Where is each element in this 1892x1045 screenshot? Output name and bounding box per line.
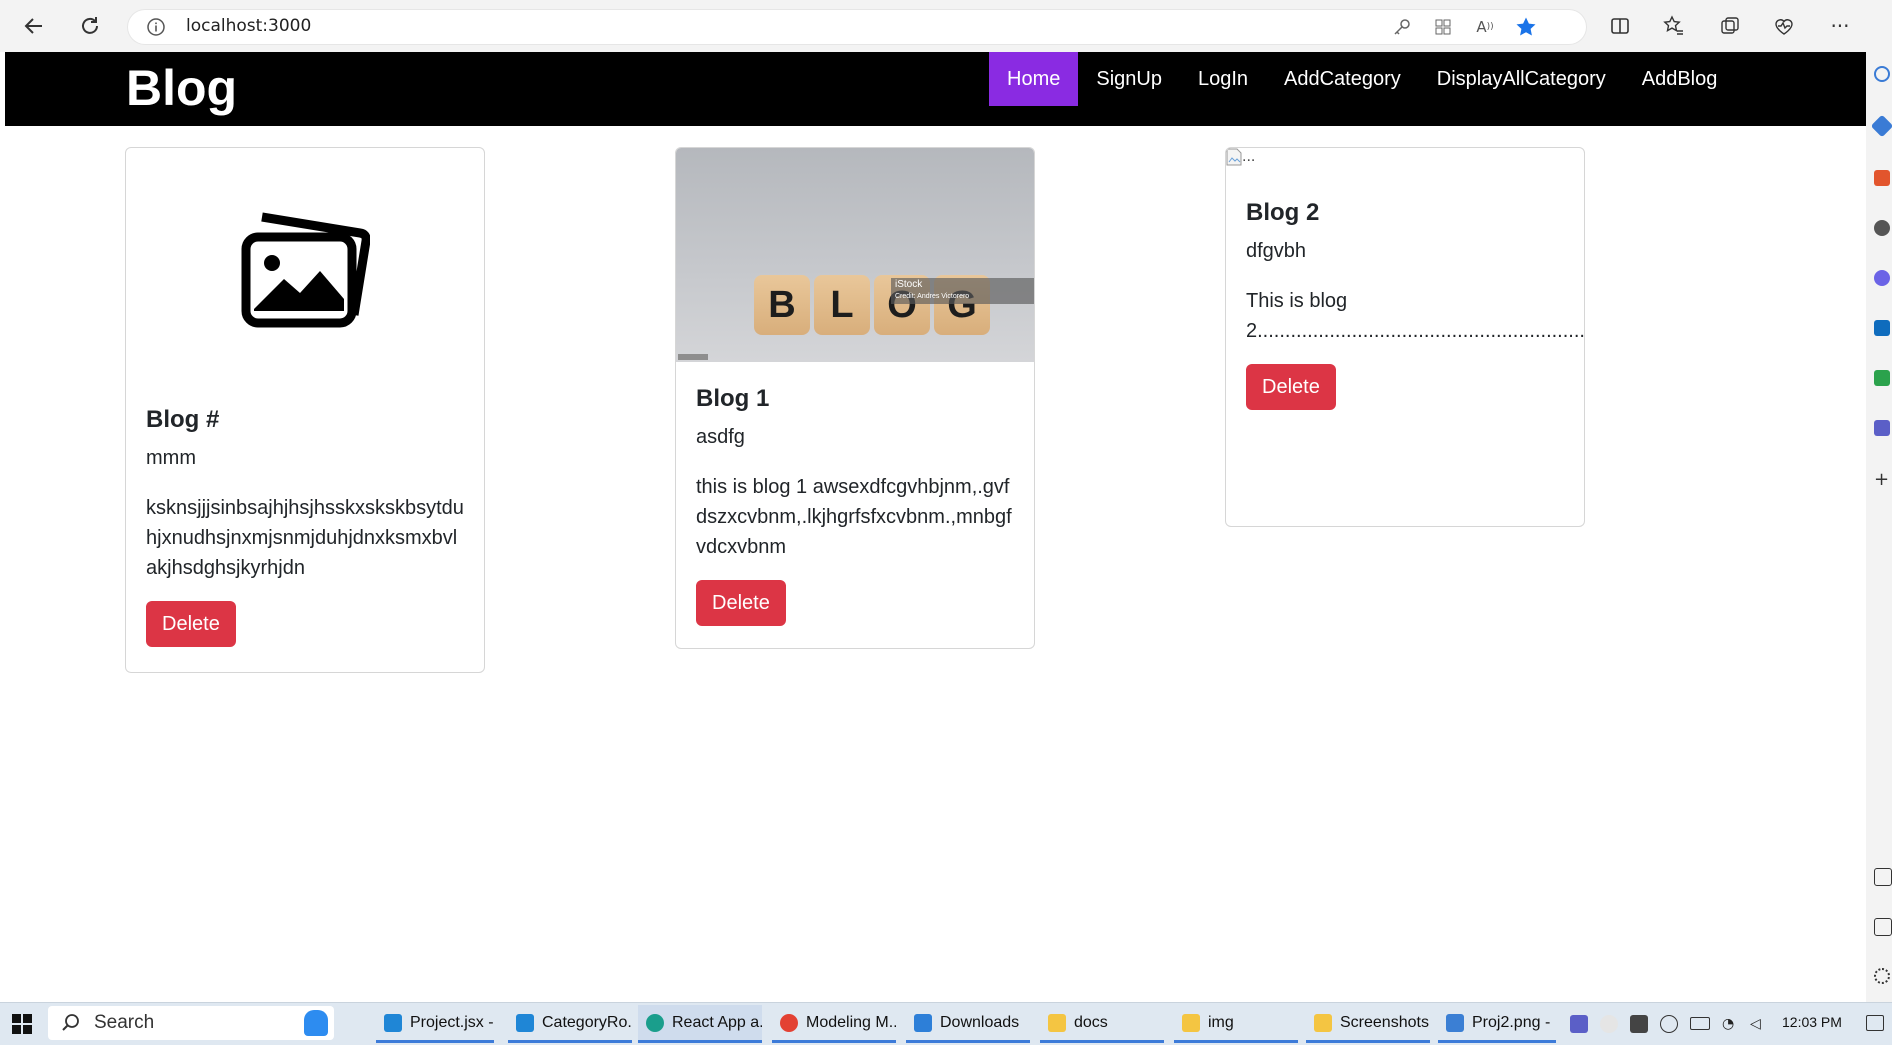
vscode-icon	[516, 1013, 534, 1032]
browser-toolbar: localhost:3000 A)) ···	[0, 0, 1892, 52]
browser-sidebar: +	[1866, 52, 1892, 1002]
watermark-brand: iStock	[895, 279, 923, 290]
nav-link-home[interactable]: Home	[989, 52, 1079, 106]
url-text: localhost:3000	[186, 16, 312, 36]
nvidia-icon[interactable]	[1630, 1015, 1648, 1033]
brand-title[interactable]: Blog	[126, 56, 237, 120]
back-icon[interactable]	[20, 12, 48, 40]
image-letter: L	[814, 275, 870, 335]
favorites-icon[interactable]	[1660, 12, 1688, 40]
taskbar: Search Project.jsx - ... CategoryRo... R…	[0, 1002, 1892, 1045]
search-icon	[62, 1014, 79, 1031]
copilot-icon[interactable]	[1870, 114, 1892, 138]
drive-icon[interactable]	[1874, 370, 1890, 386]
folder-icon	[1314, 1013, 1332, 1032]
add-icon[interactable]: +	[1874, 471, 1890, 489]
folder-icon	[1182, 1013, 1200, 1032]
download-icon	[914, 1013, 932, 1032]
blog-card: Blog # mmm ksknsjjjsinbsajhjhsjhsskxsksk…	[125, 147, 485, 673]
shopping-icon[interactable]	[1874, 170, 1890, 186]
taskbar-app-docs[interactable]: docs	[1040, 1005, 1164, 1043]
blog-card: B L O G iStock Credit: Andres Victorero …	[675, 147, 1035, 649]
card-title: Blog #	[146, 406, 220, 433]
nav-link-addblog[interactable]: AddBlog	[1624, 52, 1736, 106]
folder-icon	[1048, 1013, 1066, 1032]
games-icon[interactable]	[1874, 270, 1890, 286]
clock[interactable]: 12:03 PM	[1782, 1014, 1842, 1030]
sidebar-panel-icon[interactable]	[1874, 868, 1892, 886]
taskbar-app-chrome[interactable]: Modeling M...	[772, 1005, 896, 1043]
taskbar-search[interactable]: Search	[48, 1006, 334, 1040]
card-subtitle: mmm	[146, 447, 196, 469]
site-info-icon[interactable]	[146, 17, 166, 37]
blog-card-image: B L O G iStock Credit: Andres Victorero	[676, 148, 1034, 362]
card-title: Blog 2	[1246, 199, 1320, 226]
taskbar-app-vscode[interactable]: CategoryRo...	[508, 1005, 632, 1043]
outlook-icon[interactable]	[1874, 320, 1890, 336]
card-title: Blog 1	[696, 385, 770, 412]
apps-icon[interactable]	[1431, 15, 1455, 39]
wifi-icon[interactable]: ◔	[1722, 1015, 1740, 1033]
windows-start-icon[interactable]	[12, 1014, 32, 1034]
watermark-credit: Credit: Andres Victorero	[895, 293, 970, 300]
image-alt-text: ...	[1242, 148, 1256, 165]
teams-tray-icon[interactable]	[1570, 1015, 1588, 1033]
card-text: ksknsjjjsinbsajhjhsjhsskxskskbsytduhjxnu…	[146, 497, 464, 579]
tray-app-icon[interactable]	[1660, 1015, 1678, 1033]
blog-card: ... Blog 2 dfgvbh This is blog2.........…	[1225, 147, 1585, 527]
vscode-icon	[384, 1013, 402, 1032]
delete-button[interactable]: Delete	[1246, 364, 1336, 410]
image-watermark: iStock Credit: Andres Victorero	[891, 278, 1034, 304]
nav-link-displayallcategory[interactable]: DisplayAllCategory	[1419, 52, 1624, 106]
battery-icon[interactable]	[1690, 1017, 1710, 1030]
delete-button[interactable]: Delete	[146, 601, 236, 647]
card-text: This is blog2...........................…	[1246, 290, 1585, 342]
image-placeholder-icon	[240, 203, 371, 328]
nav-links: Home SignUp LogIn AddCategory DisplayAll…	[989, 52, 1735, 106]
taskbar-app-photos[interactable]: Proj2.png - ...	[1438, 1005, 1556, 1043]
split-screen-icon[interactable]	[1606, 12, 1634, 40]
taskbar-app-screenshots[interactable]: Screenshots	[1306, 1005, 1430, 1043]
profile-icon[interactable]	[1874, 220, 1890, 236]
image-badge	[678, 354, 708, 360]
taskbar-app-downloads[interactable]: Downloads	[906, 1005, 1030, 1043]
nav-link-login[interactable]: LogIn	[1180, 52, 1266, 106]
taskbar-app-edge[interactable]: React App a...	[638, 1005, 762, 1043]
tray-app-icon[interactable]	[1600, 1015, 1618, 1033]
address-bar[interactable]: localhost:3000 A))	[128, 10, 1586, 44]
search-label: Search	[94, 1012, 155, 1033]
nav-link-signup[interactable]: SignUp	[1078, 52, 1180, 106]
navbar: Blog Home SignUp LogIn AddCategory Displ…	[5, 52, 1866, 126]
image-file-icon	[1446, 1013, 1464, 1032]
search-icon[interactable]	[1874, 66, 1890, 82]
chrome-icon	[780, 1013, 798, 1032]
key-icon[interactable]	[1390, 15, 1414, 39]
card-subtitle: dfgvbh	[1246, 240, 1307, 262]
teams-icon[interactable]	[1874, 420, 1890, 436]
screenshot-icon[interactable]	[1874, 918, 1892, 936]
card-body: Blog 1 asdfg this is blog 1 awsexdfcgvhb…	[696, 384, 1014, 626]
card-body: Blog # mmm ksknsjjjsinbsajhjhsjhsskxsksk…	[146, 405, 464, 647]
notification-icon[interactable]	[1866, 1015, 1884, 1031]
favorite-star-icon[interactable]	[1514, 15, 1538, 39]
browser-essentials-icon[interactable]	[1770, 12, 1798, 40]
taskbar-app-vscode[interactable]: Project.jsx - ...	[376, 1005, 494, 1043]
read-aloud-icon[interactable]: A))	[1473, 15, 1497, 39]
collections-icon[interactable]	[1716, 12, 1744, 40]
search-highlight-icon	[304, 1010, 328, 1036]
edge-icon	[646, 1013, 664, 1032]
card-text: this is blog 1 awsexdfcgvhbjnm,.gvfdszxc…	[696, 476, 1012, 558]
page-viewport: Blog Home SignUp LogIn AddCategory Displ…	[5, 52, 1866, 1002]
broken-image: ...	[1226, 148, 1266, 174]
settings-icon[interactable]	[1874, 968, 1890, 984]
nav-link-addcategory[interactable]: AddCategory	[1266, 52, 1419, 106]
card-subtitle: asdfg	[696, 426, 745, 448]
image-letter: B	[754, 275, 810, 335]
reload-icon[interactable]	[76, 12, 104, 40]
delete-button[interactable]: Delete	[696, 580, 786, 626]
more-options-icon[interactable]: ···	[1826, 12, 1854, 40]
volume-icon[interactable]: ◁	[1750, 1015, 1768, 1033]
card-body: Blog 2 dfgvbh This is blog2.............…	[1246, 198, 1585, 410]
taskbar-app-img[interactable]: img	[1174, 1005, 1298, 1043]
